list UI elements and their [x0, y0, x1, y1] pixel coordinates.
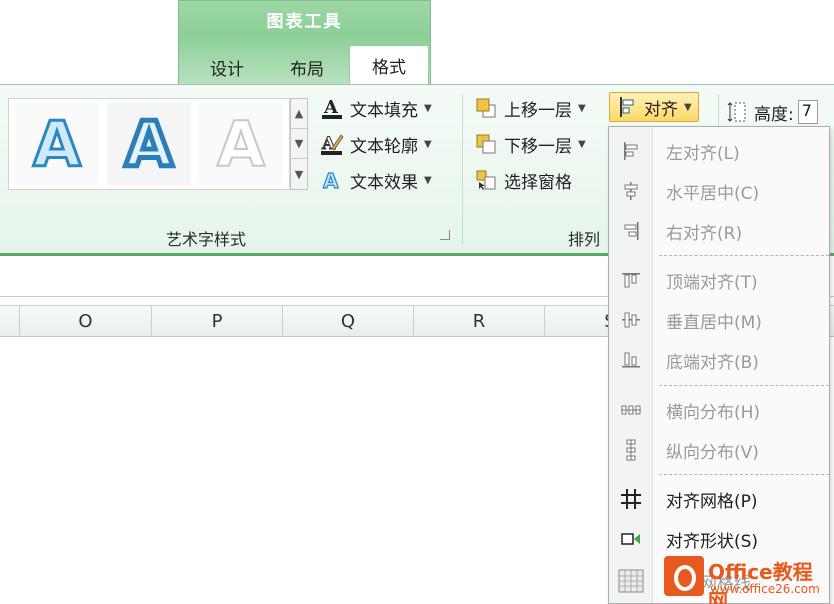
send-backward-label: 下移一层 — [504, 136, 572, 157]
align-middle-icon — [609, 309, 653, 331]
tab-layout[interactable]: 布局 — [267, 49, 347, 85]
menu-item-label: 对齐形状(S) — [666, 531, 759, 552]
selection-pane-icon — [474, 168, 498, 192]
menu-item-align-middle[interactable]: 垂直居中(M) — [609, 300, 831, 340]
menu-item-label: 纵向分布(V) — [666, 442, 759, 463]
align-dropdown-menu: 左对齐(L) 水平居中(C) 右对齐(R) 顶端对齐(T) 垂直居中(M) 底端… — [608, 126, 830, 604]
view-gridlines-icon — [609, 569, 653, 593]
menu-item-label: 左对齐(L) — [666, 143, 740, 164]
menu-item-distribute-horizontally[interactable]: 横向分布(H) — [609, 390, 831, 430]
text-outline-button[interactable]: A 文本轮廓 ▼ — [320, 130, 432, 158]
text-fill-button[interactable]: A 文本填充 ▼ — [320, 94, 432, 122]
bring-forward-icon — [474, 96, 498, 120]
snap-to-grid-icon — [609, 488, 653, 510]
menu-item-snap-to-grid[interactable]: 对齐网格(P) — [609, 479, 831, 519]
selection-pane-label: 选择窗格 — [504, 172, 572, 193]
dialog-launcher-icon[interactable] — [440, 230, 450, 240]
menu-item-label: 水平居中(C) — [666, 183, 760, 204]
align-right-icon — [609, 220, 653, 242]
text-outline-label: 文本轮廓 — [350, 136, 418, 157]
dropdown-arrow-icon: ▼ — [424, 102, 432, 114]
send-backward-button[interactable]: 下移一层 ▼ — [474, 130, 586, 158]
gallery-scroll-up-icon[interactable]: ▲ — [291, 99, 307, 129]
tab-design[interactable]: 设计 — [187, 49, 267, 85]
svg-text:A: A — [323, 169, 339, 192]
arrange-group-label: 排列 — [568, 230, 601, 249]
wordart-group-label: 艺术字样式 — [166, 230, 247, 249]
menu-item-distribute-vertically[interactable]: 纵向分布(V) — [609, 430, 831, 470]
height-label: 高度: — [754, 104, 794, 125]
selection-pane-button[interactable]: 选择窗格 — [474, 166, 572, 194]
group-separator — [462, 94, 463, 244]
distribute-vertical-icon — [609, 439, 653, 461]
align-button[interactable]: 对齐 ▼ — [609, 92, 699, 122]
column-header-p[interactable]: P — [152, 306, 283, 336]
menu-item-align-center[interactable]: 水平居中(C) — [609, 171, 831, 211]
excel-window: 图表工具 设计 布局 格式 A A A ▲ ▼ ▼ A 文本填充 ▼ A 文本轮… — [0, 0, 834, 604]
height-icon — [726, 100, 748, 124]
dropdown-arrow-icon: ▼ — [424, 138, 432, 150]
watermark-brand: Office教程网 — [708, 560, 813, 604]
align-center-icon — [609, 180, 653, 202]
column-header-r[interactable]: R — [414, 306, 545, 336]
menu-item-label: 对齐网格(P) — [666, 491, 758, 512]
bring-forward-label: 上移一层 — [504, 100, 572, 121]
menu-item-label: 垂直居中(M) — [666, 312, 762, 333]
text-effect-icon: A — [320, 168, 344, 192]
shape-height-field[interactable]: 高度: 7 — [726, 98, 818, 126]
chart-tools-tab-group: 图表工具 设计 布局 格式 — [178, 0, 431, 86]
send-backward-icon — [474, 132, 498, 156]
tab-format[interactable]: 格式 — [349, 45, 429, 85]
menu-separator — [659, 255, 829, 256]
align-left-icon — [609, 140, 653, 162]
menu-separator — [659, 474, 829, 475]
text-fill-label: 文本填充 — [350, 100, 418, 121]
column-header[interactable] — [0, 306, 20, 336]
align-label: 对齐 — [644, 99, 678, 120]
text-effect-label: 文本效果 — [350, 172, 418, 193]
column-header-q[interactable]: Q — [283, 306, 414, 336]
align-icon — [616, 95, 640, 119]
office-logo-icon — [664, 556, 704, 596]
align-top-icon — [609, 269, 653, 291]
dropdown-arrow-icon: ▼ — [424, 174, 432, 186]
gallery-more-icon[interactable]: ▼ — [291, 159, 307, 189]
menu-item-align-bottom[interactable]: 底端对齐(B) — [609, 340, 831, 380]
bring-forward-button[interactable]: 上移一层 ▼ — [474, 94, 586, 122]
snap-to-shape-icon — [609, 528, 653, 550]
office26-watermark: Office教程网 www.office26.com — [660, 552, 832, 604]
menu-item-label: 底端对齐(B) — [666, 352, 759, 373]
menu-separator — [659, 385, 829, 386]
wordart-style-2[interactable]: A — [107, 103, 191, 185]
menu-item-label: 右对齐(R) — [666, 223, 743, 244]
menu-item-label: 顶端对齐(T) — [666, 272, 758, 293]
text-fill-icon: A — [320, 96, 344, 120]
dropdown-arrow-icon: ▼ — [684, 101, 692, 113]
text-effect-button[interactable]: A 文本效果 ▼ — [320, 166, 432, 194]
gallery-scrollbar[interactable]: ▲ ▼ ▼ — [290, 98, 308, 190]
chart-tools-title: 图表工具 — [266, 12, 343, 32]
align-bottom-icon — [609, 349, 653, 371]
height-input[interactable]: 7 — [797, 100, 818, 124]
text-outline-icon: A — [320, 132, 344, 156]
svg-text:A: A — [323, 97, 339, 118]
dropdown-arrow-icon: ▼ — [578, 102, 586, 114]
wordart-styles-gallery[interactable]: A A A — [8, 98, 290, 190]
column-header-o[interactable]: O — [20, 306, 152, 336]
wordart-style-3[interactable]: A — [199, 103, 283, 185]
menu-item-align-top[interactable]: 顶端对齐(T) — [609, 260, 831, 300]
distribute-horizontal-icon — [609, 399, 653, 421]
gallery-scroll-down-icon[interactable]: ▼ — [291, 129, 307, 159]
menu-item-align-right[interactable]: 右对齐(R) — [609, 211, 831, 251]
wordart-style-1[interactable]: A — [15, 103, 99, 185]
menu-item-label: 横向分布(H) — [666, 402, 761, 423]
dropdown-arrow-icon: ▼ — [578, 138, 586, 150]
watermark-url: www.office26.com — [710, 582, 820, 596]
menu-item-align-left[interactable]: 左对齐(L) — [609, 131, 831, 171]
